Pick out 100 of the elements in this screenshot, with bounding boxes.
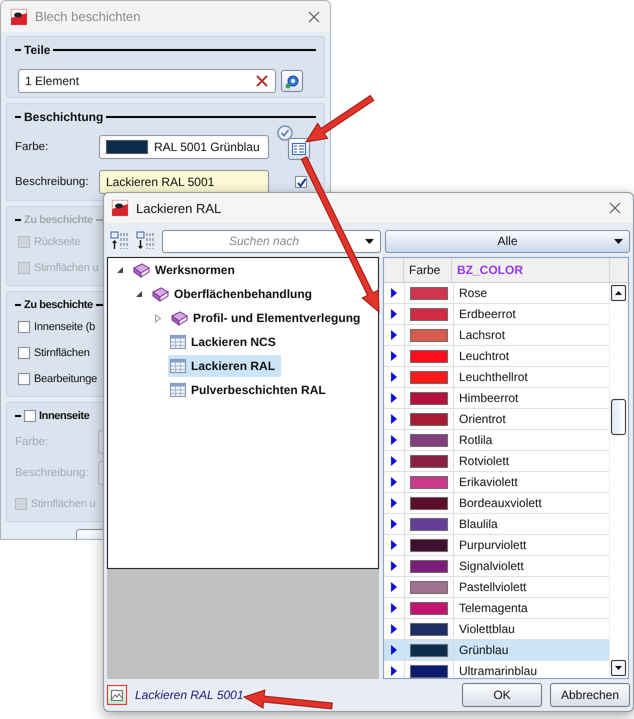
dialog-button[interactable]: OK (462, 683, 542, 707)
table-row[interactable]: Pastellviolett (384, 577, 609, 598)
move-up-button[interactable] (108, 230, 130, 252)
table-cell-text: Bordeauxviolett (458, 495, 543, 512)
expander-icon[interactable] (116, 266, 124, 274)
checkbox[interactable] (18, 372, 30, 384)
checkbox[interactable] (18, 320, 30, 332)
table-cell-text: Blaulila (458, 516, 499, 533)
section-heading: Teile (24, 43, 50, 57)
table-icon (170, 383, 186, 397)
table-row[interactable]: Erdbeerrot (384, 304, 609, 325)
table-cell-text: Rose (458, 285, 488, 302)
close-icon[interactable] (609, 202, 621, 214)
table-row[interactable]: Bordeauxviolett (384, 493, 609, 514)
window-title: Blech beschichten (35, 9, 142, 24)
selection-link[interactable]: Lackieren RAL 5001 (135, 688, 454, 702)
checkbox-label: Stirnflächen (34, 346, 90, 358)
table-row[interactable]: Telemagenta (384, 598, 609, 619)
table-cell-text: Lachsrot (458, 327, 506, 344)
section-heading: Zu beschichte (24, 299, 93, 311)
table-row[interactable]: Himbeerrot (384, 388, 609, 409)
table-row[interactable]: Lachsrot (384, 325, 609, 346)
expander-icon[interactable] (135, 290, 143, 298)
catalog-button[interactable] (288, 138, 310, 160)
table-row[interactable]: Grünblau (384, 640, 609, 661)
filter-dropdown[interactable]: Alle (385, 230, 630, 252)
tree-item[interactable]: Lackieren RAL (168, 355, 282, 377)
row-marker-icon (391, 456, 397, 466)
color-field[interactable]: RAL 5001 Grünblau (99, 135, 269, 159)
parts-field[interactable]: 1 Element (18, 69, 276, 93)
scroll-up-button[interactable] (611, 285, 626, 301)
caret-icon (615, 291, 622, 295)
scroll-thumb[interactable] (611, 399, 626, 435)
row-marker-icon (391, 414, 397, 424)
table-cell-text: Erikaviolett (458, 474, 519, 491)
row-marker-icon (391, 372, 397, 382)
checkbox[interactable] (295, 176, 307, 188)
field-label: Beschreibung: (15, 467, 90, 479)
table-row[interactable]: Leuchtrot (384, 346, 609, 367)
table-row[interactable]: Blaulila (384, 514, 609, 535)
table-cell-text: Pastellviolett (458, 579, 528, 596)
table-cell-text: Erdbeerrot (458, 306, 517, 323)
row-marker-icon (391, 477, 397, 487)
row-marker-icon (391, 624, 397, 634)
search-input[interactable]: Suchen nach (163, 233, 366, 249)
description-field[interactable] (98, 461, 103, 485)
checkbox-label: Rückseite (34, 236, 80, 248)
table-row[interactable]: Rotviolett (384, 451, 609, 472)
table-cell-text: Signalviolett (458, 558, 525, 575)
checkbox[interactable] (18, 346, 30, 358)
tree-item[interactable]: Werksnormen (130, 259, 241, 281)
row-marker-icon (391, 603, 397, 613)
table-row[interactable]: Leuchthellrot (384, 367, 609, 388)
row-marker-icon (391, 582, 397, 592)
table-row[interactable]: Signalviolett (384, 556, 609, 577)
scrollbar[interactable] (609, 283, 628, 678)
row-marker-icon (391, 666, 397, 676)
table-row[interactable]: Rotlila (384, 430, 609, 451)
description-field[interactable]: Lackieren RAL 5001 (99, 170, 269, 194)
table-row[interactable]: Orientrot (384, 409, 609, 430)
move-down-button[interactable] (134, 230, 156, 252)
clear-icon[interactable] (255, 74, 269, 88)
annotation-arrow (304, 94, 374, 143)
row-marker-icon (391, 435, 397, 445)
tree-item[interactable]: Lackieren NCS (168, 331, 282, 353)
row-marker-icon (391, 498, 397, 508)
field-label: Farbe: (15, 141, 50, 153)
table-cell-text: Himbeerrot (458, 390, 520, 407)
table-cell-text: Violettblau (458, 621, 516, 638)
table-row[interactable]: Ultramarinblau (384, 661, 609, 678)
scroll-down-button[interactable] (611, 660, 626, 676)
check-badge-icon (277, 125, 293, 141)
table-row[interactable]: Purpurviolett (384, 535, 609, 556)
move-down-icon (136, 231, 154, 251)
checkbox-label: Stirnflächen u (34, 262, 98, 274)
row-marker-icon (391, 540, 397, 550)
section-heading: Beschichtung (24, 110, 104, 124)
book-icon (132, 262, 150, 278)
column-header: BZ_COLOR (452, 258, 610, 282)
row-marker-icon (391, 393, 397, 403)
section-heading: Zu beschichte (24, 214, 93, 226)
preview-button[interactable] (107, 685, 127, 705)
table-row[interactable]: Rose (384, 283, 609, 304)
search-combobox[interactable]: Suchen nach (162, 230, 382, 252)
tree-item[interactable]: Profil- und Elementverlegung (168, 307, 366, 329)
select-button[interactable] (281, 70, 303, 92)
image-icon (111, 690, 123, 700)
tree-item[interactable]: Oberflächenbehandlung (149, 283, 318, 305)
app-icon (112, 200, 128, 216)
row-marker-icon (391, 645, 397, 655)
color-field[interactable] (98, 430, 103, 454)
close-icon[interactable] (308, 10, 320, 22)
table-cell-text: Leuchthellrot (458, 369, 529, 386)
row-marker-icon (391, 561, 397, 571)
move-up-icon (110, 231, 128, 251)
section-heading: Innenseite (39, 410, 90, 422)
dialog-button[interactable]: Abbrechen (550, 683, 630, 707)
caret-icon (615, 666, 622, 670)
table-row[interactable]: Erikaviolett (384, 472, 609, 493)
tree-item[interactable]: Pulverbeschichten RAL (168, 379, 332, 401)
